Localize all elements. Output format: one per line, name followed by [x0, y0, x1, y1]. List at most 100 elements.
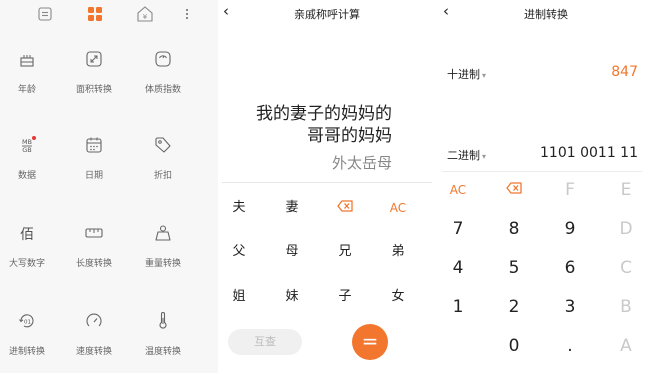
base-conversion-panel: ‹ 进制转换 十进制 ▾ 847 二进制 ▾ 1101 0011 11 AC F E… — [436, 0, 656, 373]
tool-label: 温度转换 — [144, 347, 181, 357]
area-icon — [85, 50, 103, 68]
key-older-brother[interactable]: 兄 — [325, 242, 365, 262]
currency-icon[interactable]: ¥ — [136, 5, 154, 23]
mutual-lookup-button[interactable]: 互查 — [228, 329, 302, 355]
decimal-label: 十进制 — [447, 68, 480, 81]
tool-label: 日期 — [84, 171, 103, 181]
tool-label: 速度转换 — [75, 347, 112, 357]
tool-temperature-conversion[interactable]: 温度转换 — [127, 306, 199, 366]
page-title: 进制转换 — [524, 8, 568, 21]
expression-line-1: 我的妻子的妈妈的 — [256, 104, 392, 124]
key-9[interactable]: 9 — [550, 217, 590, 241]
svg-text:01: 01 — [24, 320, 31, 326]
chevron-down-icon: ▾ — [482, 152, 487, 161]
page-title: 亲戚称呼计算 — [294, 8, 360, 21]
key-younger-sister[interactable]: 妹 — [272, 287, 312, 307]
key-a[interactable]: A — [606, 334, 646, 358]
decimal-base-selector[interactable]: 十进制 ▾ — [447, 66, 486, 82]
key-all-clear[interactable]: AC — [438, 178, 478, 202]
kinship-expression: 我的妻子的妈妈的 哥哥的妈妈 — [218, 103, 392, 147]
svg-text:GB: GB — [22, 146, 32, 154]
tool-data[interactable]: MB GB 数据 — [0, 130, 63, 190]
key-c[interactable]: C — [606, 256, 646, 280]
key-mother[interactable]: 母 — [272, 242, 312, 262]
key-wife[interactable]: 妻 — [272, 198, 312, 218]
key-husband[interactable]: 夫 — [219, 198, 259, 218]
tool-label: 体质指数 — [144, 85, 181, 95]
tool-discount[interactable]: 折扣 — [127, 130, 199, 190]
tool-label: 大写数字 — [8, 259, 45, 269]
equals-button[interactable]: = — [352, 324, 388, 360]
key-decimal-point[interactable]: . — [550, 334, 590, 358]
key-son[interactable]: 子 — [325, 287, 365, 307]
key-6[interactable]: 6 — [550, 256, 590, 280]
svg-text:¥: ¥ — [143, 13, 148, 21]
key-b[interactable]: B — [606, 295, 646, 319]
key-1[interactable]: 1 — [438, 295, 478, 319]
tool-label: 年龄 — [17, 85, 36, 95]
binary-row[interactable]: 二进制 ▾ 1101 0011 11 — [436, 143, 656, 167]
key-father[interactable]: 父 — [219, 242, 259, 262]
keypad-divider — [222, 182, 432, 183]
key-4[interactable]: 4 — [438, 256, 478, 280]
calendar-icon — [85, 136, 103, 154]
decimal-value: 847 — [611, 64, 638, 80]
ruler-icon — [85, 224, 103, 242]
svg-text:MB: MB — [22, 138, 32, 146]
tool-label: 折扣 — [153, 171, 172, 181]
decimal-row[interactable]: 十进制 ▾ 847 — [436, 62, 656, 86]
binary-label: 二进制 — [447, 149, 480, 162]
tool-date[interactable]: 日期 — [58, 130, 130, 190]
basic-calculator-icon[interactable] — [36, 5, 54, 23]
weight-icon — [154, 224, 172, 242]
tool-label: 长度转换 — [75, 259, 112, 269]
top-toolbar: ¥ — [0, 0, 218, 30]
key-3[interactable]: 3 — [550, 295, 590, 319]
tool-weight-conversion[interactable]: 重量转换 — [127, 218, 199, 278]
tool-speed-conversion[interactable]: 速度转换 — [58, 306, 130, 366]
thermometer-icon — [154, 312, 172, 330]
chevron-down-icon: ▾ — [482, 71, 487, 80]
backspace-icon[interactable] — [325, 198, 365, 218]
key-e[interactable]: E — [606, 178, 646, 202]
key-d[interactable]: D — [606, 217, 646, 241]
chinese-hundred-icon: 佰 — [18, 224, 36, 243]
key-0[interactable]: 0 — [494, 334, 534, 358]
tools-grid-icon[interactable] — [86, 5, 104, 23]
tool-chinese-uppercase[interactable]: 佰 大写数字 — [0, 218, 63, 278]
key-5[interactable]: 5 — [494, 256, 534, 280]
tools-panel: ¥ 年龄 面积转换 体质指数 MB GB 数据 日期 折扣 佰 大写数字 长度转… — [0, 0, 218, 373]
binary-value: 1101 0011 11 — [540, 145, 638, 161]
tool-length-conversion[interactable]: 长度转换 — [58, 218, 130, 278]
tool-bmi[interactable]: 体质指数 — [127, 44, 199, 104]
tool-label: 数据 — [17, 171, 36, 181]
speedometer-icon — [85, 312, 103, 330]
tool-base-conversion[interactable]: 01 进制转换 — [0, 306, 63, 366]
key-daughter[interactable]: 女 — [378, 287, 418, 307]
tool-label: 面积转换 — [75, 85, 112, 95]
tool-label: 重量转换 — [144, 259, 181, 269]
binary-base-selector[interactable]: 二进制 ▾ — [447, 147, 486, 163]
cake-icon — [18, 50, 36, 68]
kinship-header: ‹ 亲戚称呼计算 — [218, 0, 436, 26]
base-conversion-icon: 01 — [18, 312, 36, 330]
key-f[interactable]: F — [550, 178, 590, 202]
backspace-icon[interactable] — [494, 178, 534, 202]
scale-icon — [154, 50, 172, 68]
key-all-clear[interactable]: AC — [378, 198, 418, 218]
tool-area-conversion[interactable]: 面积转换 — [58, 44, 130, 104]
key-7[interactable]: 7 — [438, 217, 478, 241]
tag-icon — [154, 136, 172, 154]
data-mb-gb-icon: MB GB — [18, 136, 36, 154]
tool-age[interactable]: 年龄 — [0, 44, 63, 104]
kinship-panel: ‹ 亲戚称呼计算 我的妻子的妈妈的 哥哥的妈妈 外太岳母 夫 妻 AC 父 母 … — [218, 0, 436, 373]
key-younger-brother[interactable]: 弟 — [378, 242, 418, 262]
key-8[interactable]: 8 — [494, 217, 534, 241]
key-2[interactable]: 2 — [494, 295, 534, 319]
svg-text:佰: 佰 — [20, 227, 34, 242]
base-header: ‹ 进制转换 — [436, 0, 656, 26]
key-older-sister[interactable]: 姐 — [219, 287, 259, 307]
more-options-icon[interactable] — [178, 5, 196, 23]
kinship-result: 外太岳母 — [331, 154, 392, 172]
tool-label: 进制转换 — [8, 347, 45, 357]
